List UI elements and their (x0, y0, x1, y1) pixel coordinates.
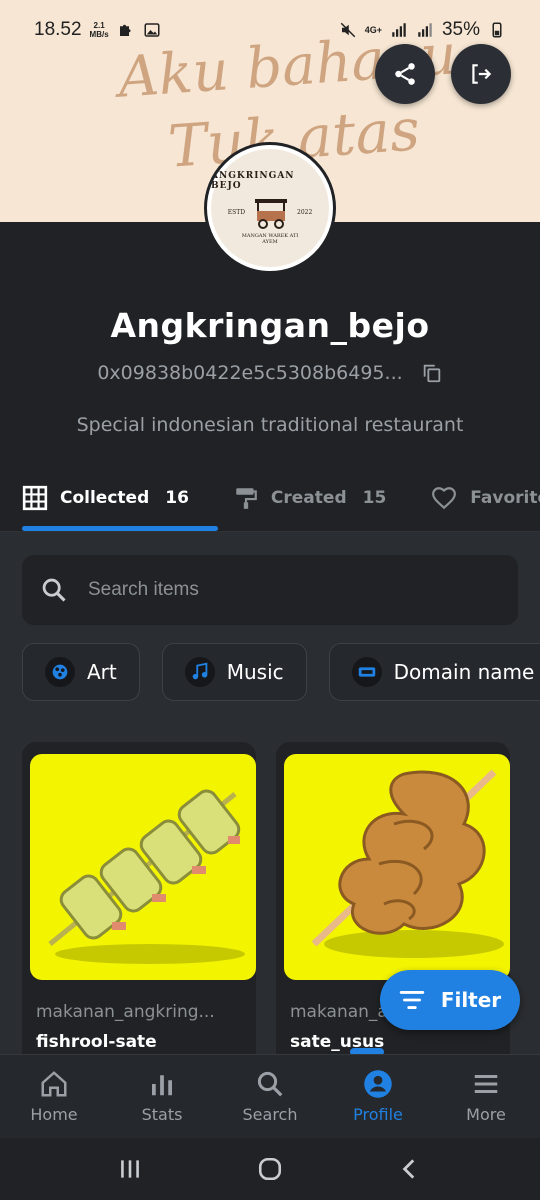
share-button[interactable] (375, 44, 435, 104)
system-navigation-bar (0, 1138, 540, 1200)
network-type: 4G+ (364, 25, 382, 35)
nav-profile[interactable]: Profile (329, 1069, 427, 1124)
nav-profile-label: Profile (353, 1105, 403, 1124)
filter-button-label: Filter (440, 988, 502, 1012)
tab-collected-count: 16 (165, 488, 189, 508)
status-speed: 2.1 MB/s (90, 21, 109, 39)
nft-title: fishrool-sate (36, 1032, 157, 1052)
nav-stats-label: Stats (141, 1105, 183, 1124)
share-icon (395, 63, 415, 85)
search-bar[interactable] (22, 555, 518, 625)
logo-year: 2022 (297, 208, 313, 216)
filter-button[interactable]: Filter (380, 970, 520, 1030)
logout-icon (472, 64, 492, 84)
heart-icon (432, 487, 457, 510)
battery-icon (492, 22, 502, 38)
profile-icon (364, 1070, 392, 1098)
nav-home-label: Home (30, 1105, 78, 1124)
sate-usus-illustration (311, 769, 504, 958)
recent-apps-icon[interactable] (117, 1156, 143, 1182)
nav-search-label: Search (242, 1105, 298, 1124)
profile-page: Aku bahagu Tuk atas 18.52 2.1 MB/s 4G+ 3… (0, 0, 540, 1200)
art-icon (45, 657, 75, 687)
filter-icon (399, 991, 425, 1009)
status-speed-value: 2.1 (93, 21, 105, 30)
restaurant-logo: ANGKRINGAN BEJO ESTD 2022 MANGAN WAREK A… (211, 149, 329, 267)
nav-more-label: More (466, 1105, 506, 1124)
back-icon[interactable] (397, 1156, 423, 1182)
bottom-navigation: Home Stats Search Profile More (0, 1054, 540, 1138)
nav-search[interactable]: Search (221, 1069, 319, 1124)
battery-percent: 35% (441, 19, 480, 40)
profile-description: Special indonesian traditional restauran… (76, 414, 464, 436)
tab-favorite[interactable]: Favorite (408, 462, 540, 534)
chip-domain-name-label: Domain name (393, 660, 535, 684)
signal-icon (392, 23, 406, 37)
nav-home[interactable]: Home (5, 1069, 103, 1124)
nft-image-fishroll-sate (30, 754, 256, 980)
tab-created[interactable]: Created 15 (211, 462, 408, 534)
puzzle-icon (119, 24, 131, 36)
status-bar: 18.52 2.1 MB/s 4G+ 35% (0, 0, 540, 60)
food-cart-icon (255, 199, 288, 229)
nft-card[interactable]: makanan_angkring... fishrool-sate (22, 742, 256, 1054)
search-icon (257, 1071, 283, 1097)
gallery-icon (144, 23, 160, 37)
tab-created-label: Created (270, 488, 347, 508)
tab-collected-label: Collected (60, 488, 150, 508)
logo-title: ANGKRINGAN BEJO (211, 171, 295, 191)
chip-music-label: Music (226, 660, 284, 684)
profile-name: Angkringan_bejo (110, 306, 430, 345)
profile-tabs: Collected 16 Created 15 Favorite (0, 462, 540, 534)
menu-icon (474, 1075, 498, 1093)
grid-icon (22, 485, 48, 511)
chip-art-label: Art (87, 660, 117, 684)
home-button-icon[interactable] (257, 1156, 283, 1182)
category-chips: Art Music Domain name (22, 643, 540, 701)
chip-music[interactable]: Music (161, 643, 307, 701)
copy-icon[interactable] (421, 362, 443, 384)
home-icon (41, 1071, 67, 1097)
wallet-address-row: 0x09838b0422e5c5308b6495... (0, 362, 540, 384)
signal-icon-2 (418, 23, 432, 37)
tab-collected[interactable]: Collected 16 (0, 462, 211, 534)
logout-button[interactable] (451, 44, 511, 104)
logo-estd: ESTD (227, 208, 246, 216)
stats-icon (152, 1075, 172, 1096)
nav-stats[interactable]: Stats (113, 1069, 211, 1124)
fishroll-sate-illustration (48, 789, 245, 964)
status-speed-unit: MB/s (89, 30, 109, 39)
tab-favorite-label: Favorite (470, 488, 540, 508)
avatar[interactable]: ANGKRINGAN BEJO ESTD 2022 MANGAN WAREK A… (204, 142, 336, 274)
wallet-address: 0x09838b0422e5c5308b6495... (97, 362, 403, 384)
chip-domain-name[interactable]: Domain name (328, 643, 540, 701)
nav-more[interactable]: More (437, 1069, 535, 1124)
logo-tagline: MANGAN WAREK ATI AYEM (241, 233, 299, 245)
domain-icon (351, 657, 382, 687)
nft-collection-name: makanan_angkring... (36, 1002, 215, 1022)
mute-icon (340, 22, 355, 38)
music-icon (184, 657, 215, 687)
status-time: 18.52 (34, 19, 82, 40)
nft-image-sate-usus (284, 754, 510, 980)
search-icon (42, 578, 66, 602)
tab-created-count: 15 (362, 488, 387, 508)
search-input[interactable] (88, 579, 468, 601)
chip-art[interactable]: Art (22, 643, 140, 701)
paint-roller-icon (236, 488, 257, 509)
